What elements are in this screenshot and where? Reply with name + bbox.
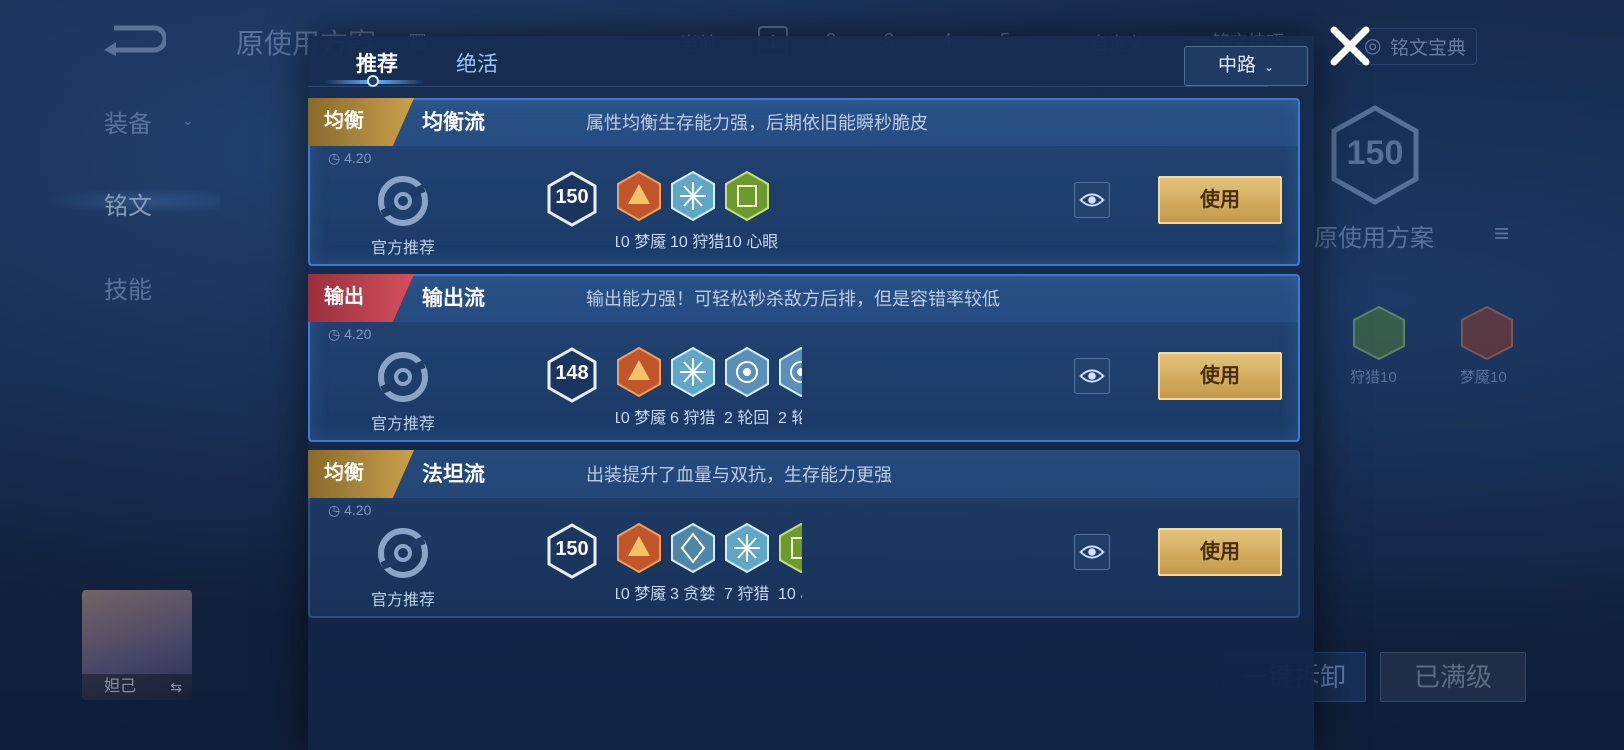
rune-blue-swirl-icon bbox=[779, 346, 802, 398]
side-nav-runes[interactable]: 铭文 bbox=[104, 186, 152, 221]
version-label: ◷ 4.20 bbox=[328, 326, 371, 343]
plan-description: 输出能力强！可轻松秒杀敌方后排，但是容错率较低 bbox=[586, 289, 1000, 309]
rune-blue-star-icon bbox=[671, 346, 715, 398]
rune-label: 10 梦魇 bbox=[616, 586, 667, 603]
plan-card[interactable]: 均衡 均衡流 属性均衡生存能力强，后期依旧能瞬秒脆皮 ◷ 4.20 官方推荐 1… bbox=[308, 98, 1300, 266]
tab-divider bbox=[308, 86, 1268, 87]
rune-blue-star-icon bbox=[671, 170, 715, 222]
rune-label: 6 狩猎 bbox=[670, 410, 716, 427]
rune-level: 150 bbox=[555, 538, 589, 560]
bg-rune-label-1: 狩猎10 bbox=[1350, 369, 1397, 386]
bg-rune-label-2: 梦魇10 bbox=[1460, 369, 1507, 386]
close-icon[interactable] bbox=[1328, 24, 1372, 68]
eye-icon[interactable] bbox=[1074, 534, 1110, 570]
rune-orange-icon bbox=[617, 346, 661, 398]
rune-orange-icon bbox=[1461, 305, 1513, 361]
rune-label: 10 心眼 bbox=[778, 586, 802, 603]
eye-icon[interactable] bbox=[1074, 182, 1110, 218]
recommend-modal: 推荐 绝活 中路 ⌄ 均衡 均衡流 属性均衡生存能力强，后期依旧能瞬秒脆皮 ◷ 4… bbox=[308, 36, 1314, 750]
rune-list: 10 梦魇 10 狩猎 10 心眼 bbox=[616, 170, 802, 260]
rune-list: 10 梦魇 6 狩猎 2 轮回 2 轮回 bbox=[616, 346, 802, 436]
side-nav-equipment[interactable]: 装备 bbox=[104, 104, 152, 139]
tab-recommend[interactable]: 推荐 bbox=[356, 48, 398, 78]
version-value: 4.20 bbox=[344, 326, 372, 342]
clock-icon: ◷ bbox=[328, 150, 341, 166]
official-label: 官方推荐 bbox=[370, 592, 435, 609]
use-button[interactable]: 使用 bbox=[1158, 352, 1282, 400]
official-badge-icon bbox=[378, 176, 428, 226]
chevron-down-icon: ⌄ bbox=[182, 112, 194, 128]
use-button[interactable]: 使用 bbox=[1158, 528, 1282, 576]
clock-icon: ◷ bbox=[328, 502, 341, 518]
official-label: 官方推荐 bbox=[370, 240, 435, 257]
tab-bar: 推荐 绝活 bbox=[308, 36, 828, 92]
rune-label: 10 狩猎 bbox=[670, 234, 725, 251]
rune-blue-star-icon bbox=[725, 522, 769, 574]
maxed-button[interactable]: 已满级 bbox=[1380, 652, 1526, 702]
rune-label: 10 梦魇 bbox=[616, 410, 667, 427]
rune-green-icon bbox=[779, 522, 802, 574]
rune-label: 2 轮回 bbox=[778, 410, 802, 427]
rune-level: 150 bbox=[555, 186, 589, 208]
rune-green-icon bbox=[1353, 305, 1405, 361]
official-label: 官方推荐 bbox=[370, 416, 435, 433]
side-nav-skills[interactable]: 技能 bbox=[104, 270, 152, 305]
rune-level: 148 bbox=[555, 362, 589, 384]
codex-button[interactable]: ◎ 铭文宝典 bbox=[1355, 28, 1478, 65]
plan-card[interactable]: 输出 输出流 输出能力强！可轻松秒杀敌方后排，但是容错率较低 ◷ 4.20 官方… bbox=[308, 274, 1300, 442]
back-arrow-icon[interactable] bbox=[100, 22, 166, 56]
plan-name: 均衡流 bbox=[422, 111, 485, 134]
rune-label: 10 梦魇 bbox=[616, 234, 667, 251]
plan-card[interactable]: 均衡 法坦流 出装提升了血量与双抗，生存能力更强 ◷ 4.20 官方推荐 150… bbox=[308, 450, 1300, 618]
rune-label: 3 贪婪 bbox=[670, 586, 716, 603]
rune-label: 10 心眼 bbox=[724, 234, 779, 251]
eye-icon[interactable] bbox=[1074, 358, 1110, 394]
rune-list: 10 梦魇 3 贪婪 7 狩猎 10 心眼 bbox=[616, 522, 802, 612]
menu-icon[interactable]: ≡ bbox=[1494, 218, 1509, 249]
rune-orange-icon bbox=[617, 522, 661, 574]
rune-orange-icon bbox=[617, 170, 661, 222]
plan-description: 属性均衡生存能力强，后期依旧能瞬秒脆皮 bbox=[586, 113, 928, 133]
plan-name: 法坦流 bbox=[422, 463, 485, 486]
use-button[interactable]: 使用 bbox=[1158, 176, 1282, 224]
version-label: ◷ 4.20 bbox=[328, 150, 371, 167]
version-label: ◷ 4.20 bbox=[328, 502, 371, 519]
rune-label: 7 狩猎 bbox=[724, 586, 770, 603]
swap-icon[interactable]: ⇆ bbox=[170, 679, 182, 696]
codex-label: 铭文宝典 bbox=[1390, 38, 1467, 59]
official-badge-icon bbox=[378, 528, 428, 578]
rune-label: 2 轮回 bbox=[724, 410, 770, 427]
lane-value: 中路 bbox=[1217, 55, 1256, 76]
chevron-down-icon: ⌄ bbox=[1263, 60, 1275, 74]
clock-icon: ◷ bbox=[328, 326, 341, 342]
hero-avatar[interactable]: 妲己 ⇆ bbox=[82, 590, 192, 700]
plan-name: 输出流 bbox=[422, 287, 485, 310]
current-plan-name: 原使用方案 bbox=[1314, 225, 1434, 252]
total-level: 150 bbox=[1346, 134, 1404, 172]
rune-blue-crystal-icon bbox=[671, 522, 715, 574]
rune-blue-swirl-icon bbox=[725, 346, 769, 398]
version-value: 4.20 bbox=[344, 502, 372, 518]
lane-select[interactable]: 中路 ⌄ bbox=[1184, 46, 1308, 86]
rune-green-icon bbox=[725, 170, 769, 222]
tab-signature[interactable]: 绝活 bbox=[456, 48, 498, 78]
official-badge-icon bbox=[378, 352, 428, 402]
plan-description: 出装提升了血量与双抗，生存能力更强 bbox=[586, 465, 892, 485]
version-value: 4.20 bbox=[344, 150, 372, 166]
